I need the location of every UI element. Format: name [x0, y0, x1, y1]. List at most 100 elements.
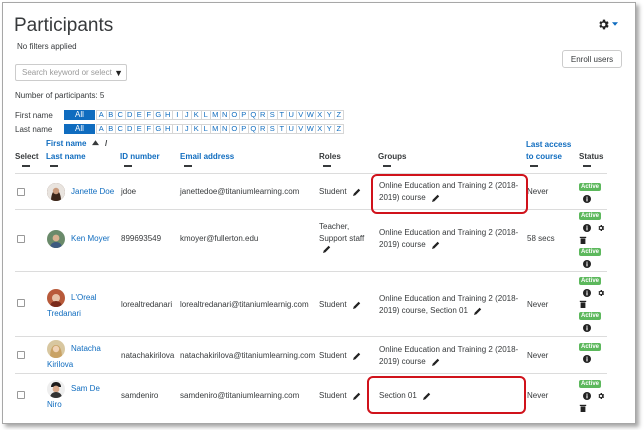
participant-name-link[interactable]: Janette Doe	[71, 186, 114, 198]
email-address: janettedoe@titaniumlearning.com	[180, 187, 300, 196]
avatar	[47, 340, 65, 358]
group-text: Online Education and Training 2 (2018-	[379, 345, 519, 354]
header-id-number[interactable]: ID number	[120, 152, 160, 161]
info-icon[interactable]	[583, 324, 591, 332]
groups-cell: Online Education and Training 2 (2018- 2…	[379, 293, 518, 317]
info-icon[interactable]	[583, 195, 591, 203]
row-select-checkbox[interactable]	[17, 351, 25, 359]
status-badge: Active	[579, 183, 602, 191]
last-name-filter-label: Last name	[15, 124, 53, 134]
last-name-all-button[interactable]: All	[64, 124, 95, 134]
highlight-box-groups-row5	[367, 376, 526, 414]
roles-cell: Student	[319, 299, 361, 311]
trash-icon[interactable]	[579, 236, 587, 244]
trash-icon[interactable]	[579, 300, 587, 308]
status-badge: Active	[579, 212, 602, 220]
edit-pencil-icon[interactable]	[352, 352, 361, 360]
header-groups: Groups	[378, 152, 407, 161]
info-icon[interactable]	[583, 289, 591, 297]
info-icon[interactable]	[583, 392, 591, 400]
roles-cell: Student	[319, 350, 361, 362]
id-number: 899693549	[121, 234, 162, 243]
header-roles: Roles	[319, 152, 341, 161]
edit-pencil-icon[interactable]	[352, 301, 361, 309]
email-address: kmoyer@fullerton.edu	[180, 234, 259, 243]
search-select[interactable]: Search keyword or select ▼	[15, 64, 127, 81]
status-badge: Active	[579, 380, 602, 388]
last-name-filter: Last name All ABCDEFGHIJKLMNOPQRSTUVWXYZ	[15, 124, 344, 134]
group-text: Online Education and Training 2 (2018-	[379, 228, 519, 237]
last-name-letter-z[interactable]: Z	[333, 124, 344, 134]
participant-name-link[interactable]: Sam De	[71, 383, 100, 395]
id-number: samdeniro	[121, 391, 159, 400]
role-text: Student	[319, 391, 347, 400]
edit-pencil-icon[interactable]	[474, 307, 482, 315]
id-number: jdoe	[121, 187, 137, 196]
header-id-dash	[124, 165, 132, 167]
caret-down-icon	[612, 22, 618, 26]
first-name-letters: ABCDEFGHIJKLMNOPQRSTUVWXYZ	[96, 110, 344, 120]
role-text: Student	[319, 300, 347, 309]
row-select-checkbox[interactable]	[17, 391, 25, 399]
header-email[interactable]: Email address	[180, 152, 234, 161]
row-select-checkbox[interactable]	[17, 188, 25, 196]
gear-icon[interactable]	[597, 392, 605, 400]
header-select-dash	[22, 165, 30, 167]
settings-menu[interactable]	[597, 17, 627, 31]
role-text-cont: Support staff	[319, 234, 365, 243]
header-separator: /	[104, 139, 108, 148]
participant-name-link-cont[interactable]: Tredanari	[47, 308, 81, 320]
dropdown-arrow-icon[interactable]: ▼	[114, 68, 123, 78]
header-first-name-label: First name	[46, 139, 87, 148]
first-name-filter: First name All ABCDEFGHIJKLMNOPQRSTUVWXY…	[15, 110, 344, 120]
participant-name-link-cont[interactable]: Niro	[47, 399, 62, 411]
role-text: Teacher,	[319, 222, 350, 231]
last-access: 58 secs	[527, 234, 555, 243]
trash-icon[interactable]	[579, 404, 587, 412]
status-badge: Active	[579, 277, 602, 285]
last-name-letters: ABCDEFGHIJKLMNOPQRSTUVWXYZ	[96, 124, 344, 134]
participant-name-link-cont[interactable]: Kirilova	[47, 359, 73, 371]
status-badge: Active	[579, 343, 602, 351]
search-placeholder: Search keyword or select	[22, 68, 112, 77]
row-divider	[15, 373, 607, 374]
group-text-cont: 2019) course, Section 01	[379, 306, 468, 315]
participant-name-link[interactable]: Ken Moyer	[71, 233, 110, 245]
participants-count: Number of participants: 5	[15, 91, 105, 100]
page-title: Participants	[14, 15, 114, 36]
filters-status: No filters applied	[17, 42, 77, 51]
header-select: Select	[15, 152, 39, 161]
email-address: lorealtredanari@titaniumlearnig.com	[180, 300, 309, 309]
first-name-letter-z[interactable]: Z	[333, 110, 344, 120]
enroll-users-button[interactable]: Enroll users	[562, 50, 622, 68]
edit-pencil-icon[interactable]	[431, 241, 440, 249]
info-icon[interactable]	[583, 355, 591, 363]
row-divider	[15, 271, 607, 272]
group-text: Online Education and Training 2 (2018-	[379, 294, 519, 303]
gear-icon	[599, 19, 609, 29]
gear-icon[interactable]	[597, 224, 605, 232]
row-select-checkbox[interactable]	[17, 235, 25, 243]
edit-pencil-icon[interactable]	[323, 245, 331, 253]
header-status-dash	[583, 165, 591, 167]
groups-cell: Online Education and Training 2 (2018- 2…	[379, 227, 518, 251]
header-access-dash	[530, 165, 538, 167]
roles-cell: Student	[319, 390, 361, 402]
info-icon[interactable]	[583, 224, 591, 232]
header-last-name[interactable]: Last name	[46, 152, 86, 161]
role-text: Student	[319, 187, 347, 196]
edit-pencil-icon[interactable]	[431, 358, 440, 366]
header-last-access[interactable]: Last access to course	[526, 139, 576, 163]
row-select-checkbox[interactable]	[17, 299, 25, 307]
participant-name-link[interactable]: Natacha	[71, 343, 101, 355]
first-name-all-button[interactable]: All	[64, 110, 95, 120]
edit-pencil-icon[interactable]	[352, 188, 361, 196]
header-first-name[interactable]: First name /	[46, 139, 107, 148]
header-groups-dash	[383, 165, 391, 167]
edit-pencil-icon[interactable]	[352, 392, 361, 400]
last-access: Never	[527, 300, 549, 309]
info-icon[interactable]	[583, 260, 591, 268]
gear-icon[interactable]	[597, 289, 605, 297]
participant-name-link[interactable]: L'Oreal	[71, 292, 97, 304]
id-number: lorealtredanari	[121, 300, 173, 309]
